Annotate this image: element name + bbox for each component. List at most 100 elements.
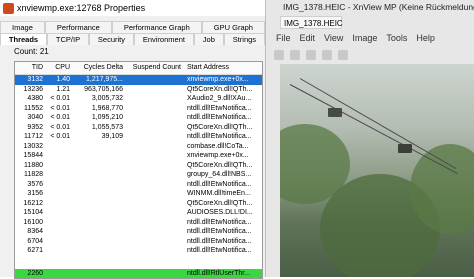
cell-cycles xyxy=(72,161,125,171)
cable-car xyxy=(328,108,342,117)
zoom-icon[interactable] xyxy=(322,50,332,60)
cell-tid: 4380 xyxy=(27,95,43,102)
tab-performance[interactable]: Performance xyxy=(44,21,112,33)
xnview-app-icon xyxy=(3,2,14,14)
cell-tid: 15844 xyxy=(23,152,43,159)
cell-cpu: < 0.01 xyxy=(50,123,70,131)
cell-cpu: 1.21 xyxy=(56,85,70,93)
cell-start-address: ntdll.dll!EtwNotifica... xyxy=(187,114,252,121)
cell-cpu xyxy=(45,246,72,256)
cell-cycles: 963,705,166 xyxy=(84,85,123,93)
thread-row[interactable]: 15844 xnviewmp.exe+0x... xyxy=(15,151,262,161)
cell-start-address: WINMM.dll!timeEn... xyxy=(187,190,251,197)
image-tab[interactable]: IMG_1378.HEIC xyxy=(280,16,343,29)
menu-image[interactable]: Image xyxy=(352,33,377,43)
cell-cycles xyxy=(72,142,125,152)
thread-row[interactable]: 3156 WINMM.dll!timeEn... xyxy=(15,189,262,199)
cable-car xyxy=(398,144,412,153)
tab-row-2: Threads TCP/IP Security Environment Job … xyxy=(0,33,265,45)
thread-row[interactable]: 11880 Qt5CoreXn.dll!QTh... xyxy=(15,161,262,171)
col-suspend-header[interactable]: Suspend Count xyxy=(125,62,183,74)
menu-edit[interactable]: Edit xyxy=(300,33,316,43)
thread-row[interactable]: 16212 Qt5CoreXn.dll!QTh... xyxy=(15,199,262,209)
threads-table[interactable]: TID CPU Cycles Delta Suspend Count Start… xyxy=(14,61,263,279)
cell-suspend xyxy=(125,104,183,114)
thread-row[interactable]: 9352 < 0.01 1,055,573 Qt5CoreXn.dll!QTh... xyxy=(15,123,262,133)
cell-suspend xyxy=(125,180,183,190)
col-start-address-header[interactable]: Start Address xyxy=(183,62,262,74)
cell-start-address: Qt5CoreXn.dll!QTh... xyxy=(187,161,253,169)
thread-row[interactable]: 11552 < 0.01 1,968,770 ntdll.dll!EtwNotific… xyxy=(15,104,262,114)
tab-job[interactable]: Job xyxy=(193,33,224,45)
cell-tid: 3156 xyxy=(27,190,43,197)
cell-suspend xyxy=(125,75,183,85)
image-viewer[interactable] xyxy=(280,64,474,277)
menu-tools[interactable]: Tools xyxy=(386,33,407,43)
menu-file[interactable]: File xyxy=(276,33,291,43)
cell-cycles xyxy=(72,227,125,237)
fit-icon[interactable] xyxy=(306,50,316,60)
title-bar: xnviewmp.exe:12768 Properties xyxy=(0,0,265,16)
cell-suspend xyxy=(125,170,183,180)
tab-environment[interactable]: Environment xyxy=(133,33,194,45)
thread-row[interactable]: 3040 < 0.01 1,095,210 ntdll.dll!EtwNotifica… xyxy=(15,113,262,123)
cell-start-address: xnviewmp.exe+0x... xyxy=(187,76,249,83)
tab-threads[interactable]: Threads xyxy=(0,33,48,45)
thread-row[interactable]: 13032 combase.dll!CoTa... xyxy=(15,142,262,152)
thread-row[interactable]: 4380 < 0.01 3,005,732 XAudio2_9.dll!XAu... xyxy=(15,94,262,104)
forward-icon[interactable] xyxy=(290,50,300,60)
col-tid-header[interactable]: TID xyxy=(15,62,45,74)
thread-row[interactable]: 11712 < 0.01 39,109 ntdll.dll!EtwNotifica..… xyxy=(15,132,262,142)
cell-cycles xyxy=(72,199,125,209)
cell-start-address: ntdll.dll!EtwNotifica... xyxy=(187,247,252,254)
cell-cpu xyxy=(45,161,72,171)
cell-cpu xyxy=(45,237,72,247)
cell-suspend xyxy=(125,94,183,104)
cell-cpu xyxy=(45,199,72,209)
cell-start-address: xnviewmp.exe+0x... xyxy=(187,152,249,159)
tab-security[interactable]: Security xyxy=(89,33,134,45)
thread-row[interactable]: 8364 ntdll.dll!EtwNotifica... xyxy=(15,227,262,237)
col-cpu-header[interactable]: CPU xyxy=(45,62,72,74)
cell-start-address: groupy_64.dll!NBS... xyxy=(187,171,252,178)
table-header: TID CPU Cycles Delta Suspend Count Start… xyxy=(15,62,262,75)
cell-tid: 13032 xyxy=(23,142,43,150)
cell-tid: 16212 xyxy=(23,199,43,207)
menu-help[interactable]: Help xyxy=(416,33,435,43)
cell-suspend xyxy=(125,246,183,256)
thread-row[interactable]: 6704 ntdll.dll!EtwNotifica... xyxy=(15,237,262,247)
cell-cpu xyxy=(45,189,72,199)
col-cycles-header[interactable]: Cycles Delta xyxy=(72,62,125,74)
window-title: xnviewmp.exe:12768 Properties xyxy=(17,3,146,13)
thread-row[interactable]: 3576 ntdll.dll!EtwNotifica... xyxy=(15,180,262,190)
cell-suspend xyxy=(125,189,183,199)
cell-cycles xyxy=(72,237,125,247)
rotate-icon[interactable] xyxy=(338,50,348,60)
back-icon[interactable] xyxy=(274,50,284,60)
cell-cpu xyxy=(45,180,72,190)
cell-tid: 9352 xyxy=(27,123,43,131)
tab-strings[interactable]: Strings xyxy=(223,33,265,45)
cell-tid: 13236 xyxy=(23,85,43,93)
cell-cpu: < 0.01 xyxy=(50,133,70,140)
cell-tid: 3040 xyxy=(27,114,43,121)
cell-cycles xyxy=(72,208,125,218)
cell-start-address: ntdll.dll!EtwNotifica... xyxy=(187,104,252,112)
tab-tcpip[interactable]: TCP/IP xyxy=(47,33,90,45)
cell-tid: 11712 xyxy=(24,133,43,140)
thread-row[interactable]: 6271 ntdll.dll!EtwNotifica... xyxy=(15,246,262,256)
thread-row[interactable]: 11828 groupy_64.dll!NBS... xyxy=(15,170,262,180)
cell-cycles: 39,109 xyxy=(101,133,123,140)
tab-image[interactable]: Image xyxy=(0,21,45,33)
cell-cycles: 1,968,770 xyxy=(91,104,123,112)
thread-row[interactable]: 13236 1.21 963,705,166 Qt5CoreXn.dll!QTh... xyxy=(15,85,262,95)
tab-performance-graph[interactable]: Performance Graph xyxy=(111,21,202,33)
thread-row[interactable]: 15104 AUDIOSES.DLL!DI... xyxy=(15,208,262,218)
thread-row[interactable]: 16100 ntdll.dll!EtwNotifica... xyxy=(15,218,262,228)
count-value: 21 xyxy=(39,47,49,56)
cell-cycles xyxy=(72,170,125,180)
menu-view[interactable]: View xyxy=(324,33,343,43)
tab-gpu-graph[interactable]: GPU Graph xyxy=(201,21,265,33)
cell-suspend xyxy=(125,161,183,171)
selected-thread-row[interactable]: 3132 1.40 1,217,975... xnviewmp.exe+0x... xyxy=(15,75,262,85)
